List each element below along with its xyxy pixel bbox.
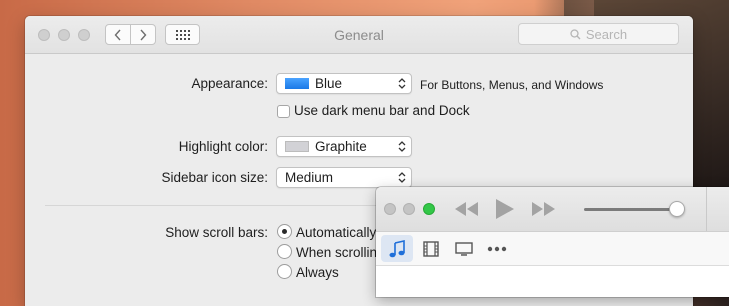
appearance-label: Appearance: bbox=[191, 76, 268, 91]
itunes-toolbar bbox=[376, 187, 729, 232]
popup-arrows-icon bbox=[398, 78, 406, 89]
scroll-bars-label: Show scroll bars: bbox=[165, 225, 268, 240]
blue-swatch bbox=[285, 78, 309, 89]
sidebar-icon-size-label: Sidebar icon size: bbox=[161, 170, 268, 185]
highlight-popup[interactable]: Graphite bbox=[276, 136, 412, 157]
scroll-option-label: When scrolling bbox=[296, 245, 385, 260]
more-icon bbox=[487, 246, 507, 251]
scroll-when-scrolling-radio[interactable] bbox=[277, 244, 292, 259]
tab-more[interactable] bbox=[481, 235, 513, 262]
prefs-titlebar: General Search bbox=[25, 16, 693, 54]
search-placeholder: Search bbox=[585, 26, 628, 42]
search-field[interactable]: Search bbox=[518, 23, 679, 45]
graphite-swatch bbox=[285, 141, 309, 152]
scroll-option-label: Automatically bbox=[296, 225, 377, 240]
tab-music[interactable] bbox=[381, 235, 413, 262]
sidebar-icon-size-value: Medium bbox=[285, 170, 334, 185]
volume-slider-track[interactable] bbox=[584, 208, 676, 211]
scroll-option-label: Always bbox=[296, 265, 339, 280]
appearance-value: Blue bbox=[315, 76, 343, 91]
appearance-popup[interactable]: Blue bbox=[276, 73, 412, 94]
popup-arrows-icon bbox=[398, 172, 406, 183]
scroll-always-radio[interactable] bbox=[277, 264, 292, 279]
scroll-automatically-radio[interactable] bbox=[277, 224, 292, 239]
film-icon bbox=[423, 240, 439, 257]
dark-menu-checkbox[interactable] bbox=[277, 105, 290, 118]
search-icon bbox=[570, 28, 581, 39]
itunes-zoom-button[interactable] bbox=[423, 203, 435, 215]
highlight-label: Highlight color: bbox=[178, 139, 268, 154]
itunes-minimize-button[interactable] bbox=[403, 203, 415, 215]
appearance-note: For Buttons, Menus, and Windows bbox=[420, 78, 604, 92]
tab-tv-shows[interactable] bbox=[448, 235, 480, 262]
highlight-value: Graphite bbox=[315, 139, 367, 154]
toolbar-divider bbox=[706, 187, 707, 231]
itunes-close-button[interactable] bbox=[384, 203, 396, 215]
itunes-window bbox=[376, 187, 729, 297]
popup-arrows-icon bbox=[398, 141, 406, 152]
play-icon[interactable] bbox=[495, 198, 515, 220]
tab-movies[interactable] bbox=[415, 235, 447, 262]
rewind-icon[interactable] bbox=[454, 201, 480, 217]
sidebar-icon-size-popup[interactable]: Medium bbox=[276, 167, 412, 188]
music-note-icon bbox=[389, 239, 405, 257]
media-tabs bbox=[376, 232, 729, 266]
dark-menu-label: Use dark menu bar and Dock bbox=[294, 103, 470, 118]
fast-forward-icon[interactable] bbox=[530, 201, 556, 217]
volume-slider-knob[interactable] bbox=[669, 201, 685, 217]
tv-icon bbox=[455, 241, 473, 256]
